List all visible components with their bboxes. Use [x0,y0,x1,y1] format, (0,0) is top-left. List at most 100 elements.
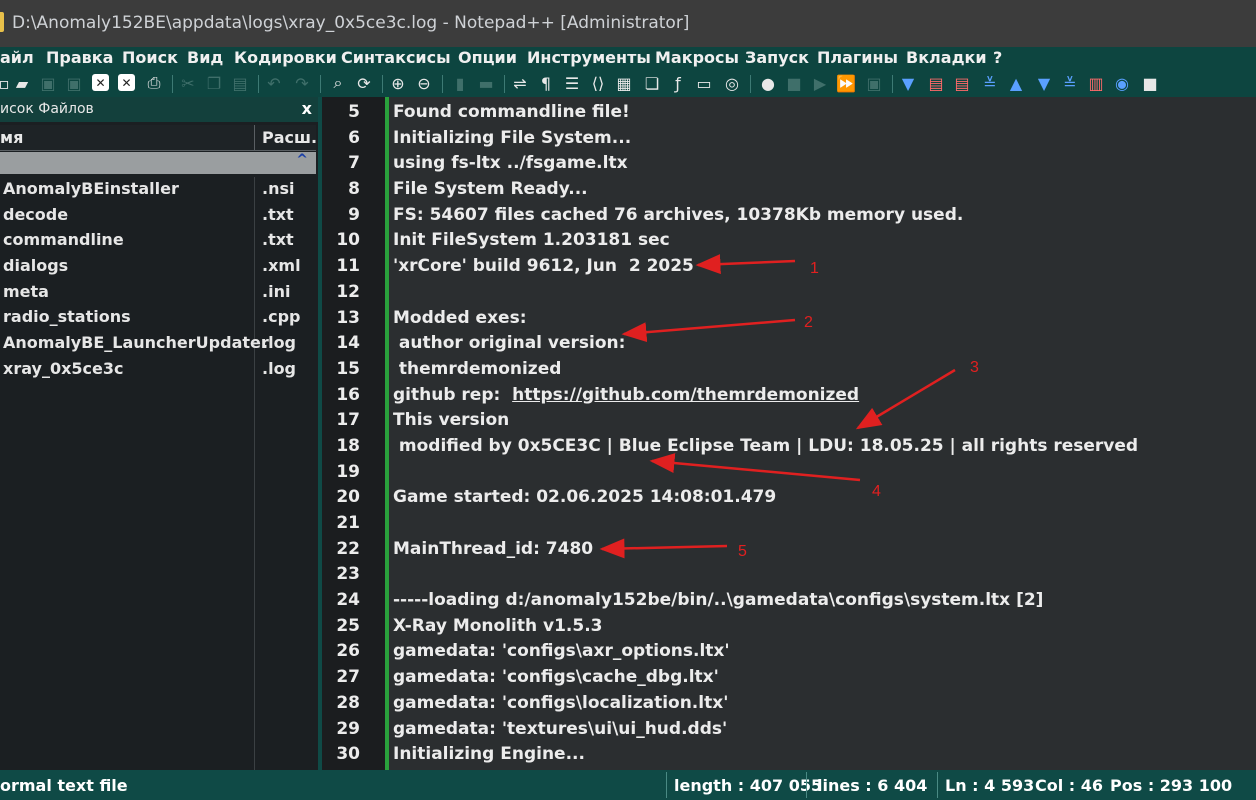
menu-window[interactable]: Вкладки [906,47,987,69]
code-line[interactable]: 17 This version [322,408,1256,434]
menu-settings[interactable]: Опции [458,47,517,69]
record-macro-icon[interactable]: ● [758,73,778,93]
code-line[interactable]: 9 FS: 54607 files cached 76 archives, 103… [322,203,1256,229]
sphere-icon[interactable]: ◉ [1112,73,1132,93]
code-line[interactable]: 13 Modded exes: [322,306,1256,332]
file-row[interactable]: dialogs .xml [0,254,316,280]
word-wrap-icon[interactable]: ⇌ [510,73,530,93]
copy-icon[interactable]: ❐ [204,73,224,93]
function-list-icon[interactable]: ƒ [668,73,688,93]
line-content: File System Ready... [393,179,588,200]
code-line[interactable]: 22 MainThread_id: 7480 [322,537,1256,563]
play-macro-icon[interactable]: ▶ [810,73,830,93]
code-line[interactable]: 24 -----loading d:/anomaly152be/bin/..\ga… [322,588,1256,614]
sync-horizontal-icon[interactable]: ▬ [476,73,496,93]
cut-icon[interactable]: ✂ [178,73,198,93]
file-row[interactable]: radio_stations .cpp [0,305,316,331]
zoom-out-icon[interactable]: ⊖ [414,73,434,93]
line-text: MainThread_id: 7480 [393,539,593,559]
last-diff-icon[interactable]: ≚ [1060,73,1080,93]
code-line[interactable]: 18 modified by 0x5CE3C | Blue Eclipse Te… [322,434,1256,460]
code-line[interactable]: 6 Initializing File System... [322,126,1256,152]
monitor-icon[interactable]: ▭ [694,73,714,93]
print-icon[interactable]: ⎙ [144,73,164,93]
panel-close-button[interactable]: x [302,99,312,118]
sync-vertical-icon[interactable]: ▮ [450,73,470,93]
code-line[interactable]: 27 gamedata: 'configs\cache_dbg.ltx' [322,665,1256,691]
code-line[interactable]: 12 [322,280,1256,306]
menu-run[interactable]: Запуск [745,47,809,69]
docs-icon[interactable]: ❏ [642,73,662,93]
code-line[interactable]: 11 'xrCore' build 9612, Jun 2 2025 [322,254,1256,280]
capture-icon[interactable]: ◎ [722,73,742,93]
file-row[interactable]: meta .ini [0,280,316,306]
code-line[interactable]: 25 X-Ray Monolith v1.5.3 [322,614,1256,640]
code-line[interactable]: 15 themrdemonized [322,357,1256,383]
next-diff-icon[interactable]: ▼ [1034,73,1054,93]
file-row[interactable]: xray_0x5ce3c .log [0,357,316,383]
code-line[interactable]: 23 [322,562,1256,588]
menu-search[interactable]: Поиск [122,47,178,69]
code-line[interactable]: 7 using fs-ltx ../fsgame.ltx [322,151,1256,177]
column-name-header[interactable]: мя [0,128,23,147]
console-icon[interactable]: ■ [1140,73,1160,93]
code-line[interactable]: 28 gamedata: 'configs\localization.ltx' [322,691,1256,717]
sort-row[interactable]: ^ [0,152,316,174]
code-line[interactable]: 14 author original version: [322,331,1256,357]
replace-icon[interactable]: ⟳ [354,73,374,93]
code-line[interactable]: 5 Found commandline file! [322,100,1256,126]
map-icon[interactable]: ▦ [614,73,634,93]
file-row[interactable]: AnomalyBEinstaller .nsi [0,177,316,203]
compare-clear-icon[interactable]: ▤ [952,73,972,93]
column-ext-header[interactable]: Расш. [262,128,317,147]
stop-macro-icon[interactable]: ■ [784,73,804,93]
code-line[interactable]: 16 github rep: https://github.com/themrde… [322,383,1256,409]
close-all-icon[interactable]: ✕ [118,74,135,91]
save-icon[interactable]: ▣ [38,73,58,93]
editor[interactable]: 5 Found commandline file! 6 Initializing Fi… [322,97,1256,770]
indent-guide-icon[interactable]: ☰ [562,73,582,93]
menu-tools[interactable]: Инструменты [527,47,651,69]
open-folder-icon[interactable]: ▰ [12,73,32,93]
find-icon[interactable]: ⌕ [328,73,348,93]
file-row[interactable]: commandline .txt [0,228,316,254]
zoom-in-icon[interactable]: ⊕ [388,73,408,93]
code-line[interactable]: 20 Game started: 02.06.2025 14:08:01.479 [322,485,1256,511]
code-line[interactable]: 19 [322,460,1256,486]
menu-view[interactable]: Вид [187,47,223,69]
menu-edit[interactable]: Правка [46,47,113,69]
menu-encoding[interactable]: Кодировки [234,47,337,69]
redo-icon[interactable]: ↷ [292,73,312,93]
code-line[interactable]: 8 File System Ready... [322,177,1256,203]
close-icon[interactable]: ✕ [92,74,109,91]
code-line[interactable]: 26 gamedata: 'configs\axr_options.ltx' [322,639,1256,665]
run-multiple-icon[interactable]: ⏩ [836,73,856,93]
menu-macro[interactable]: Макросы [655,47,739,69]
editor-text[interactable]: 5 Found commandline file! 6 Initializing Fi… [322,100,1256,768]
code-line[interactable]: 21 [322,511,1256,537]
menu-plugins[interactable]: Плагины [817,47,898,69]
code-line[interactable]: 10 Init FileSystem 1.203181 sec [322,228,1256,254]
compare-icon[interactable]: ▤ [926,73,946,93]
paste-icon[interactable]: ▤ [230,73,250,93]
save-all-icon[interactable]: ▣ [64,73,84,93]
line-text: Init FileSystem 1.203181 sec [393,230,670,250]
prev-diff-icon[interactable]: ▲ [1006,73,1026,93]
xml-tag-icon[interactable]: ⟨⟩ [588,73,608,93]
save-macro-icon[interactable]: ▣ [864,73,884,93]
github-link[interactable]: https://github.com/themrdemonized [512,385,859,405]
line-number: 17 [336,410,360,431]
menu-file[interactable]: айл [0,47,34,69]
line-number: 15 [336,358,360,379]
file-row[interactable]: decode .txt [0,203,316,229]
first-diff-icon[interactable]: ≚ [980,73,1000,93]
show-all-chars-icon[interactable]: ¶ [536,73,556,93]
diff-nav-icon[interactable]: ▥ [1086,73,1106,93]
menu-help[interactable]: ? [993,47,1002,69]
code-line[interactable]: 29 gamedata: 'textures\ui\ui_hud.dds' [322,717,1256,743]
menu-language[interactable]: Синтаксисы [341,47,451,69]
bookmark-icon[interactable]: ▼ [898,73,918,93]
code-line[interactable]: 30 Initializing Engine... [322,742,1256,768]
file-row[interactable]: AnomalyBE_LauncherUpdater .log [0,331,316,357]
undo-icon[interactable]: ↶ [264,73,284,93]
